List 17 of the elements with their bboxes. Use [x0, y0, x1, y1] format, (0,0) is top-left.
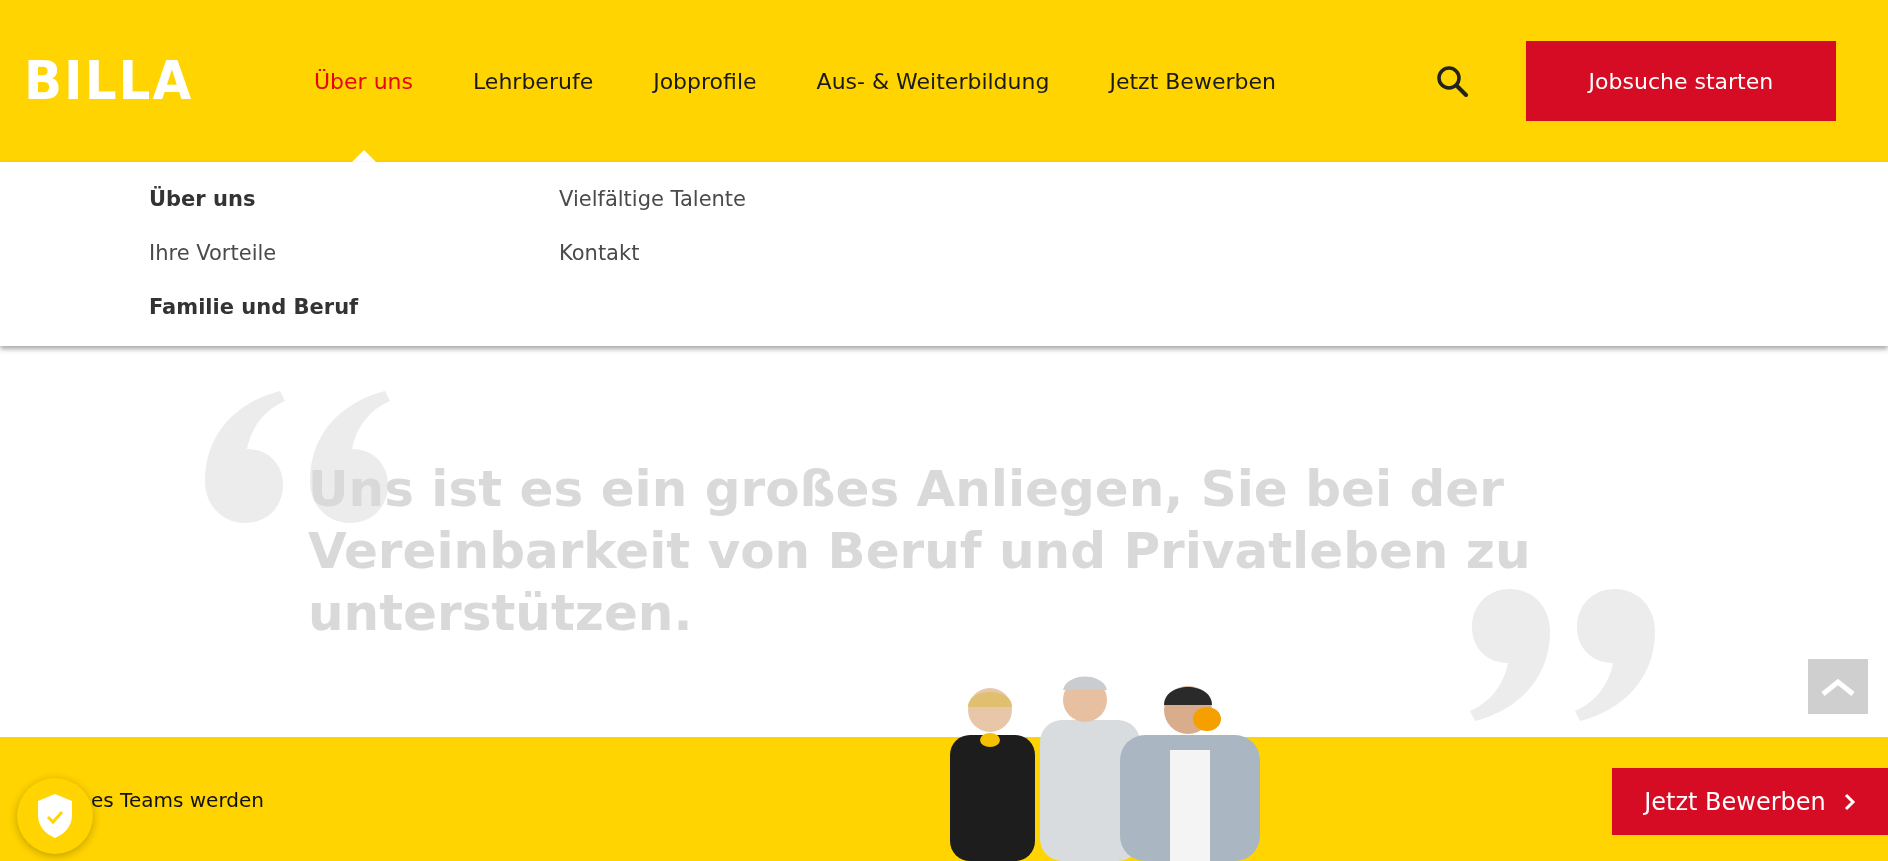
nav-link[interactable]: Jobprofile	[653, 64, 757, 98]
privacy-badge[interactable]	[17, 778, 93, 854]
menu-item[interactable]: Kontakt	[559, 238, 969, 292]
menu-item[interactable]: Ihre Vorteile	[149, 238, 559, 292]
search-icon[interactable]	[1435, 65, 1468, 97]
job-search-button[interactable]: Jobsuche starten	[1525, 41, 1836, 121]
nav-link[interactable]: Lehrberufe	[473, 64, 594, 98]
scroll-top-button[interactable]	[1808, 659, 1868, 714]
nav-link[interactable]: Jetzt Bewerben	[1109, 64, 1276, 98]
chevron-up-icon	[1821, 678, 1855, 696]
apply-button[interactable]: Jetzt Bewerben	[1612, 768, 1888, 835]
banner-text: es Teams werden	[91, 787, 264, 814]
menu-item[interactable]: Familie und Beruf	[149, 292, 559, 346]
menu-item[interactable]: Vielfältige Talente	[559, 184, 969, 238]
nav-link[interactable]: Aus- & Weiterbildung	[816, 64, 1050, 98]
chevron-icon	[1843, 792, 1856, 811]
menu-item[interactable]: Über uns	[149, 184, 559, 238]
